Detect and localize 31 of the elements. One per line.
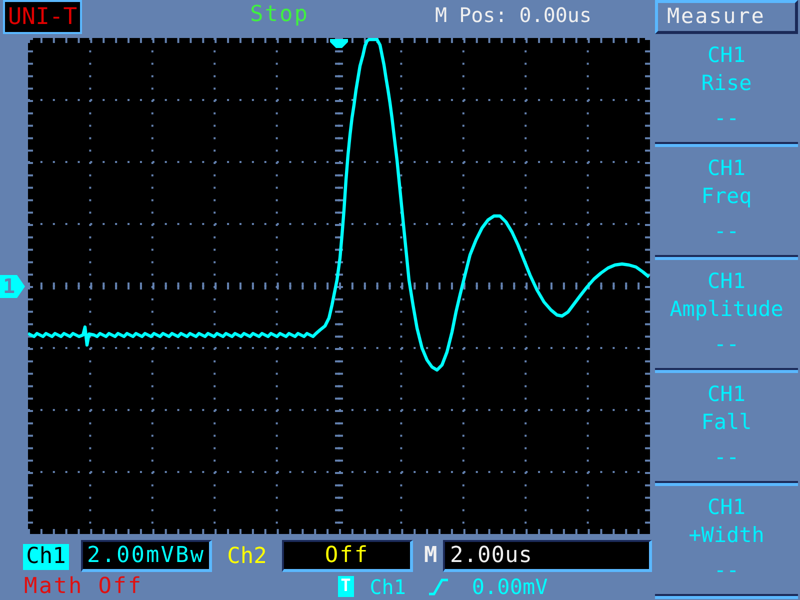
measure-type[interactable]: Amplitude [670,295,784,323]
measure-value: -- [714,105,740,132]
channel-scale-readout: Off [282,540,413,572]
measure-value: -- [714,331,740,358]
channel-level-marker[interactable]: 1 [0,275,25,298]
measure-type[interactable]: +Width [688,521,764,549]
channel-label: Ch1 [23,544,69,570]
timebase-readout: 2.00us [443,540,652,572]
menu-title: Measure [655,0,798,34]
measure-type[interactable]: Fall [701,408,752,436]
measure-value: -- [714,557,740,584]
measure-type[interactable]: Rise [701,69,752,97]
channel-scale-readout: 2.00mVBw [81,540,212,572]
brand-logo: UNI-T [3,0,82,34]
channel-label: Ch2 [226,544,268,570]
measure-channel: CH1 [708,42,746,69]
measure-channel: CH1 [708,155,746,182]
measure-channel: CH1 [708,494,746,521]
measure-channel: CH1 [708,268,746,295]
math-status: Math Off [24,574,143,599]
measure-channel: CH1 [708,381,746,408]
run-status: Stop [250,1,309,29]
measure-value: -- [714,444,740,471]
measure-type[interactable]: Freq [701,182,752,210]
trigger-badge: T [338,576,354,597]
trigger-level: 0.00mV [472,574,548,598]
trigger-source: Ch1 [370,574,406,598]
position-readout: M Pos: 0.00us [434,2,592,29]
measure-value: -- [714,218,740,245]
down-triangle-icon [330,39,348,48]
timebase-label: M [424,542,438,570]
